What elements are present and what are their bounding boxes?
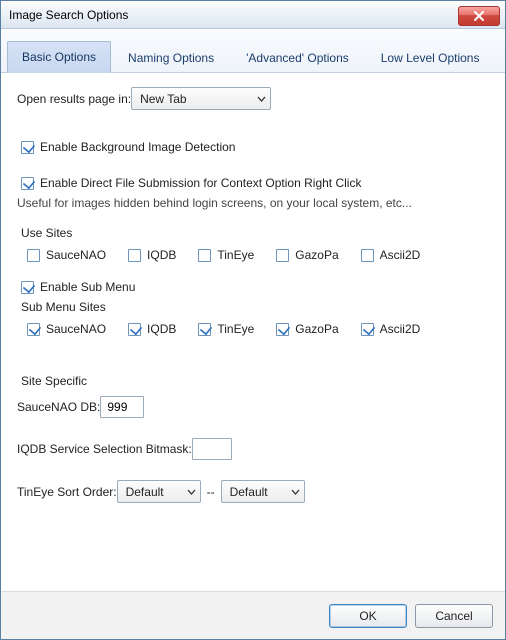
- iqdb-bitmask-label: IQDB Service Selection Bitmask:: [17, 442, 192, 456]
- chevron-down-icon: [257, 96, 266, 102]
- use-tineye-checkbox[interactable]: [198, 249, 211, 262]
- select-value: Default: [230, 485, 268, 499]
- saucenao-db-input[interactable]: [100, 396, 144, 418]
- enable-direct-file-checkbox[interactable]: [21, 177, 34, 190]
- site-specific-title: Site Specific: [21, 374, 489, 388]
- tab-basic-options[interactable]: Basic Options: [7, 41, 111, 73]
- use-saucenao-checkbox[interactable]: [27, 249, 40, 262]
- sub-gazopa-checkbox[interactable]: [276, 323, 289, 336]
- tab-label: Basic Options: [22, 50, 96, 64]
- tab-naming-options[interactable]: Naming Options: [113, 42, 229, 73]
- sub-tineye-checkbox[interactable]: [198, 323, 211, 336]
- window-title: Image Search Options: [9, 8, 128, 22]
- tab-label: Naming Options: [128, 51, 214, 65]
- tab-label: Low Level Options: [381, 51, 480, 65]
- dialog-footer: OK Cancel: [1, 591, 505, 639]
- use-tineye-label[interactable]: TinEye: [217, 248, 254, 262]
- use-gazopa-label[interactable]: GazoPa: [295, 248, 338, 262]
- close-icon: [473, 11, 485, 21]
- use-sites-title: Use Sites: [21, 226, 489, 240]
- tineye-sort-select-2[interactable]: Default: [221, 480, 305, 503]
- close-button[interactable]: [458, 6, 500, 26]
- chevron-down-icon: [291, 489, 300, 495]
- cancel-button[interactable]: Cancel: [415, 604, 493, 628]
- use-sites-list: SauceNAO IQDB TinEye GazoPa Ascii2D: [27, 248, 489, 262]
- use-saucenao-label[interactable]: SauceNAO: [46, 248, 106, 262]
- tineye-sort-select-1[interactable]: Default: [117, 480, 201, 503]
- use-gazopa-checkbox[interactable]: [276, 249, 289, 262]
- direct-file-helper: Useful for images hidden behind login sc…: [17, 196, 489, 210]
- sub-ascii2d-label[interactable]: Ascii2D: [380, 322, 421, 336]
- tab-bar: Basic Options Naming Options 'Advanced' …: [1, 29, 505, 73]
- select-value: New Tab: [140, 92, 186, 106]
- tineye-sort-label: TinEye Sort Order:: [17, 485, 117, 499]
- sub-iqdb-label[interactable]: IQDB: [147, 322, 176, 336]
- use-iqdb-checkbox[interactable]: [128, 249, 141, 262]
- select-value: Default: [126, 485, 164, 499]
- sub-gazopa-label[interactable]: GazoPa: [295, 322, 338, 336]
- enable-bg-detect-label[interactable]: Enable Background Image Detection: [40, 140, 235, 154]
- sub-ascii2d-checkbox[interactable]: [361, 323, 374, 336]
- use-iqdb-label[interactable]: IQDB: [147, 248, 176, 262]
- submenu-sites-title: Sub Menu Sites: [21, 300, 489, 314]
- tineye-sort-separator: --: [207, 485, 215, 499]
- content-pane: Open results page in: New Tab Enable Bac…: [1, 73, 505, 591]
- tab-label: 'Advanced' Options: [246, 51, 349, 65]
- enable-submenu-checkbox[interactable]: [21, 281, 34, 294]
- open-results-select[interactable]: New Tab: [131, 87, 271, 110]
- tab-low-level-options[interactable]: Low Level Options: [366, 42, 495, 73]
- sub-iqdb-checkbox[interactable]: [128, 323, 141, 336]
- sub-saucenao-label[interactable]: SauceNAO: [46, 322, 106, 336]
- dialog-window: Image Search Options Basic Options Namin…: [0, 0, 506, 640]
- enable-bg-detect-checkbox[interactable]: [21, 141, 34, 154]
- titlebar: Image Search Options: [1, 1, 505, 29]
- enable-submenu-label[interactable]: Enable Sub Menu: [40, 280, 135, 294]
- submenu-sites-list: SauceNAO IQDB TinEye GazoPa Ascii2D: [27, 322, 489, 336]
- chevron-down-icon: [187, 489, 196, 495]
- tab-advanced-options[interactable]: 'Advanced' Options: [231, 42, 364, 73]
- button-label: Cancel: [435, 609, 472, 623]
- iqdb-bitmask-input[interactable]: [192, 438, 232, 460]
- button-label: OK: [359, 609, 376, 623]
- ok-button[interactable]: OK: [329, 604, 407, 628]
- saucenao-db-label: SauceNAO DB:: [17, 400, 100, 414]
- sub-tineye-label[interactable]: TinEye: [217, 322, 254, 336]
- sub-saucenao-checkbox[interactable]: [27, 323, 40, 336]
- open-results-label: Open results page in:: [17, 92, 131, 106]
- use-ascii2d-checkbox[interactable]: [361, 249, 374, 262]
- enable-direct-file-label[interactable]: Enable Direct File Submission for Contex…: [40, 176, 361, 190]
- use-ascii2d-label[interactable]: Ascii2D: [380, 248, 421, 262]
